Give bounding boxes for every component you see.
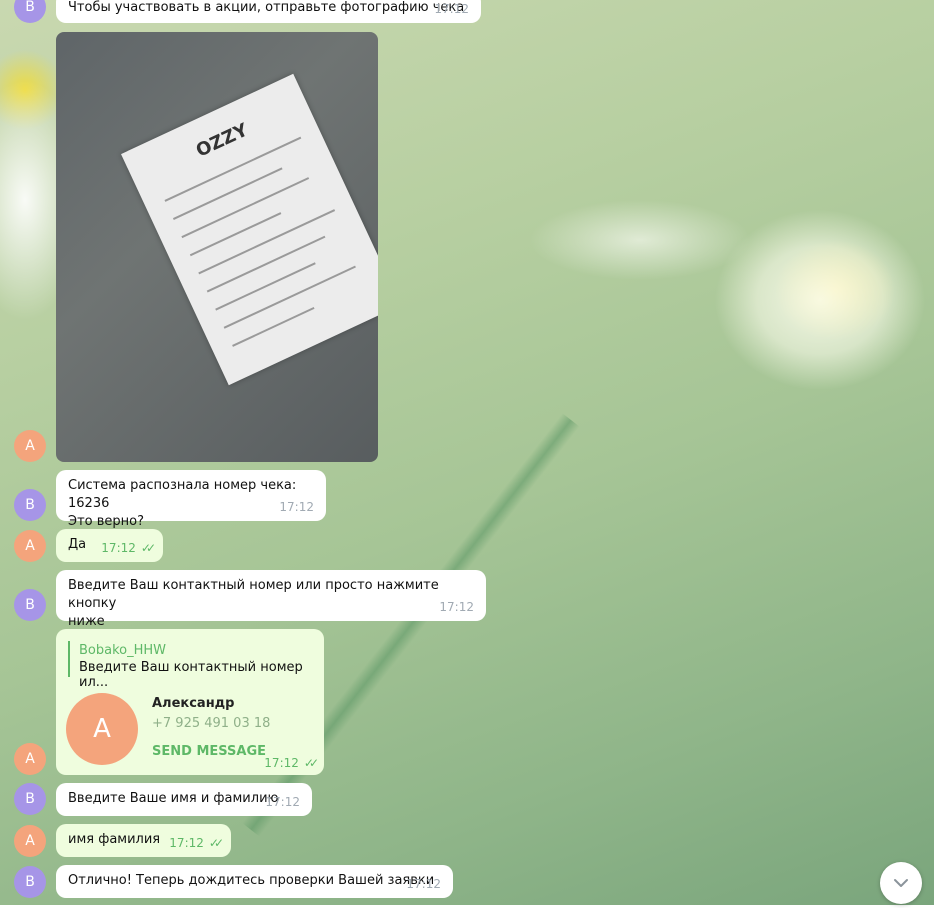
- message-text: имя фамилия: [68, 832, 161, 847]
- double-check-icon: ✓✓: [208, 836, 224, 850]
- receipt-image: OZZY: [121, 73, 378, 386]
- message-bubble[interactable]: Введите Ваше имя и фамилию 17:12: [56, 783, 312, 816]
- reply-author[interactable]: Bobako_HHW: [79, 643, 166, 658]
- message-text-line: Введите Ваш контактный номер или просто …: [68, 578, 439, 611]
- message-text: Да: [68, 537, 87, 552]
- message-text: Чтобы участвовать в акции, отправьте фот…: [68, 0, 465, 15]
- avatar-user[interactable]: A: [14, 743, 46, 775]
- message-text: Отлично! Теперь дождитесь проверки Вашей…: [68, 873, 435, 888]
- scroll-down-button[interactable]: [880, 862, 922, 904]
- contact-card-message[interactable]: Bobako_HHW Введите Ваш контактный номер …: [56, 629, 324, 775]
- message-bubble[interactable]: Отлично! Теперь дождитесь проверки Вашей…: [56, 865, 453, 898]
- avatar-bot[interactable]: B: [14, 489, 46, 521]
- avatar-bot[interactable]: B: [14, 589, 46, 621]
- message-bubble[interactable]: Да 17:12 ✓✓: [56, 529, 163, 562]
- message-time: 17:12: [265, 795, 300, 809]
- send-message-button[interactable]: SEND MESSAGE: [152, 744, 266, 759]
- message-time: 17:12 ✓✓: [264, 756, 319, 770]
- message-bubble[interactable]: Система распознала номер чека: 16236 Это…: [56, 470, 326, 529]
- message-time: 17:12: [434, 2, 469, 16]
- avatar-user[interactable]: A: [14, 430, 46, 462]
- avatar-user[interactable]: A: [14, 530, 46, 562]
- double-check-icon: ✓✓: [303, 756, 319, 770]
- message-bubble[interactable]: имя фамилия 17:12 ✓✓: [56, 824, 231, 857]
- message-text-line: Система распознала номер чека: 16236: [68, 478, 297, 511]
- message-text: Введите Ваше имя и фамилию: [68, 791, 279, 806]
- receipt-logo: OZZY: [192, 119, 252, 162]
- message-time: 17:12 ✓✓: [101, 541, 156, 555]
- reply-bar: [68, 641, 70, 677]
- message-bubble[interactable]: Введите Ваш контактный номер или просто …: [56, 570, 486, 629]
- chevron-down-icon: [894, 879, 908, 887]
- message-bubble[interactable]: Чтобы участвовать в акции, отправьте фот…: [56, 0, 481, 23]
- contact-avatar[interactable]: А: [66, 693, 138, 765]
- receipt-photo[interactable]: OZZY: [56, 32, 378, 462]
- message-time: 17:12 ✓✓: [169, 836, 224, 850]
- message-time: 17:12: [406, 877, 441, 891]
- contact-name: Александр: [152, 696, 235, 711]
- message-time: 17:12: [439, 600, 474, 614]
- avatar-bot[interactable]: B: [14, 783, 46, 815]
- avatar-bot[interactable]: B: [14, 866, 46, 898]
- contact-phone: +7 925 491 03 18: [152, 716, 271, 731]
- avatar-user[interactable]: A: [14, 825, 46, 857]
- reply-preview[interactable]: Введите Ваш контактный номер ил...: [79, 660, 324, 690]
- message-time: 17:12: [279, 500, 314, 514]
- double-check-icon: ✓✓: [140, 541, 156, 555]
